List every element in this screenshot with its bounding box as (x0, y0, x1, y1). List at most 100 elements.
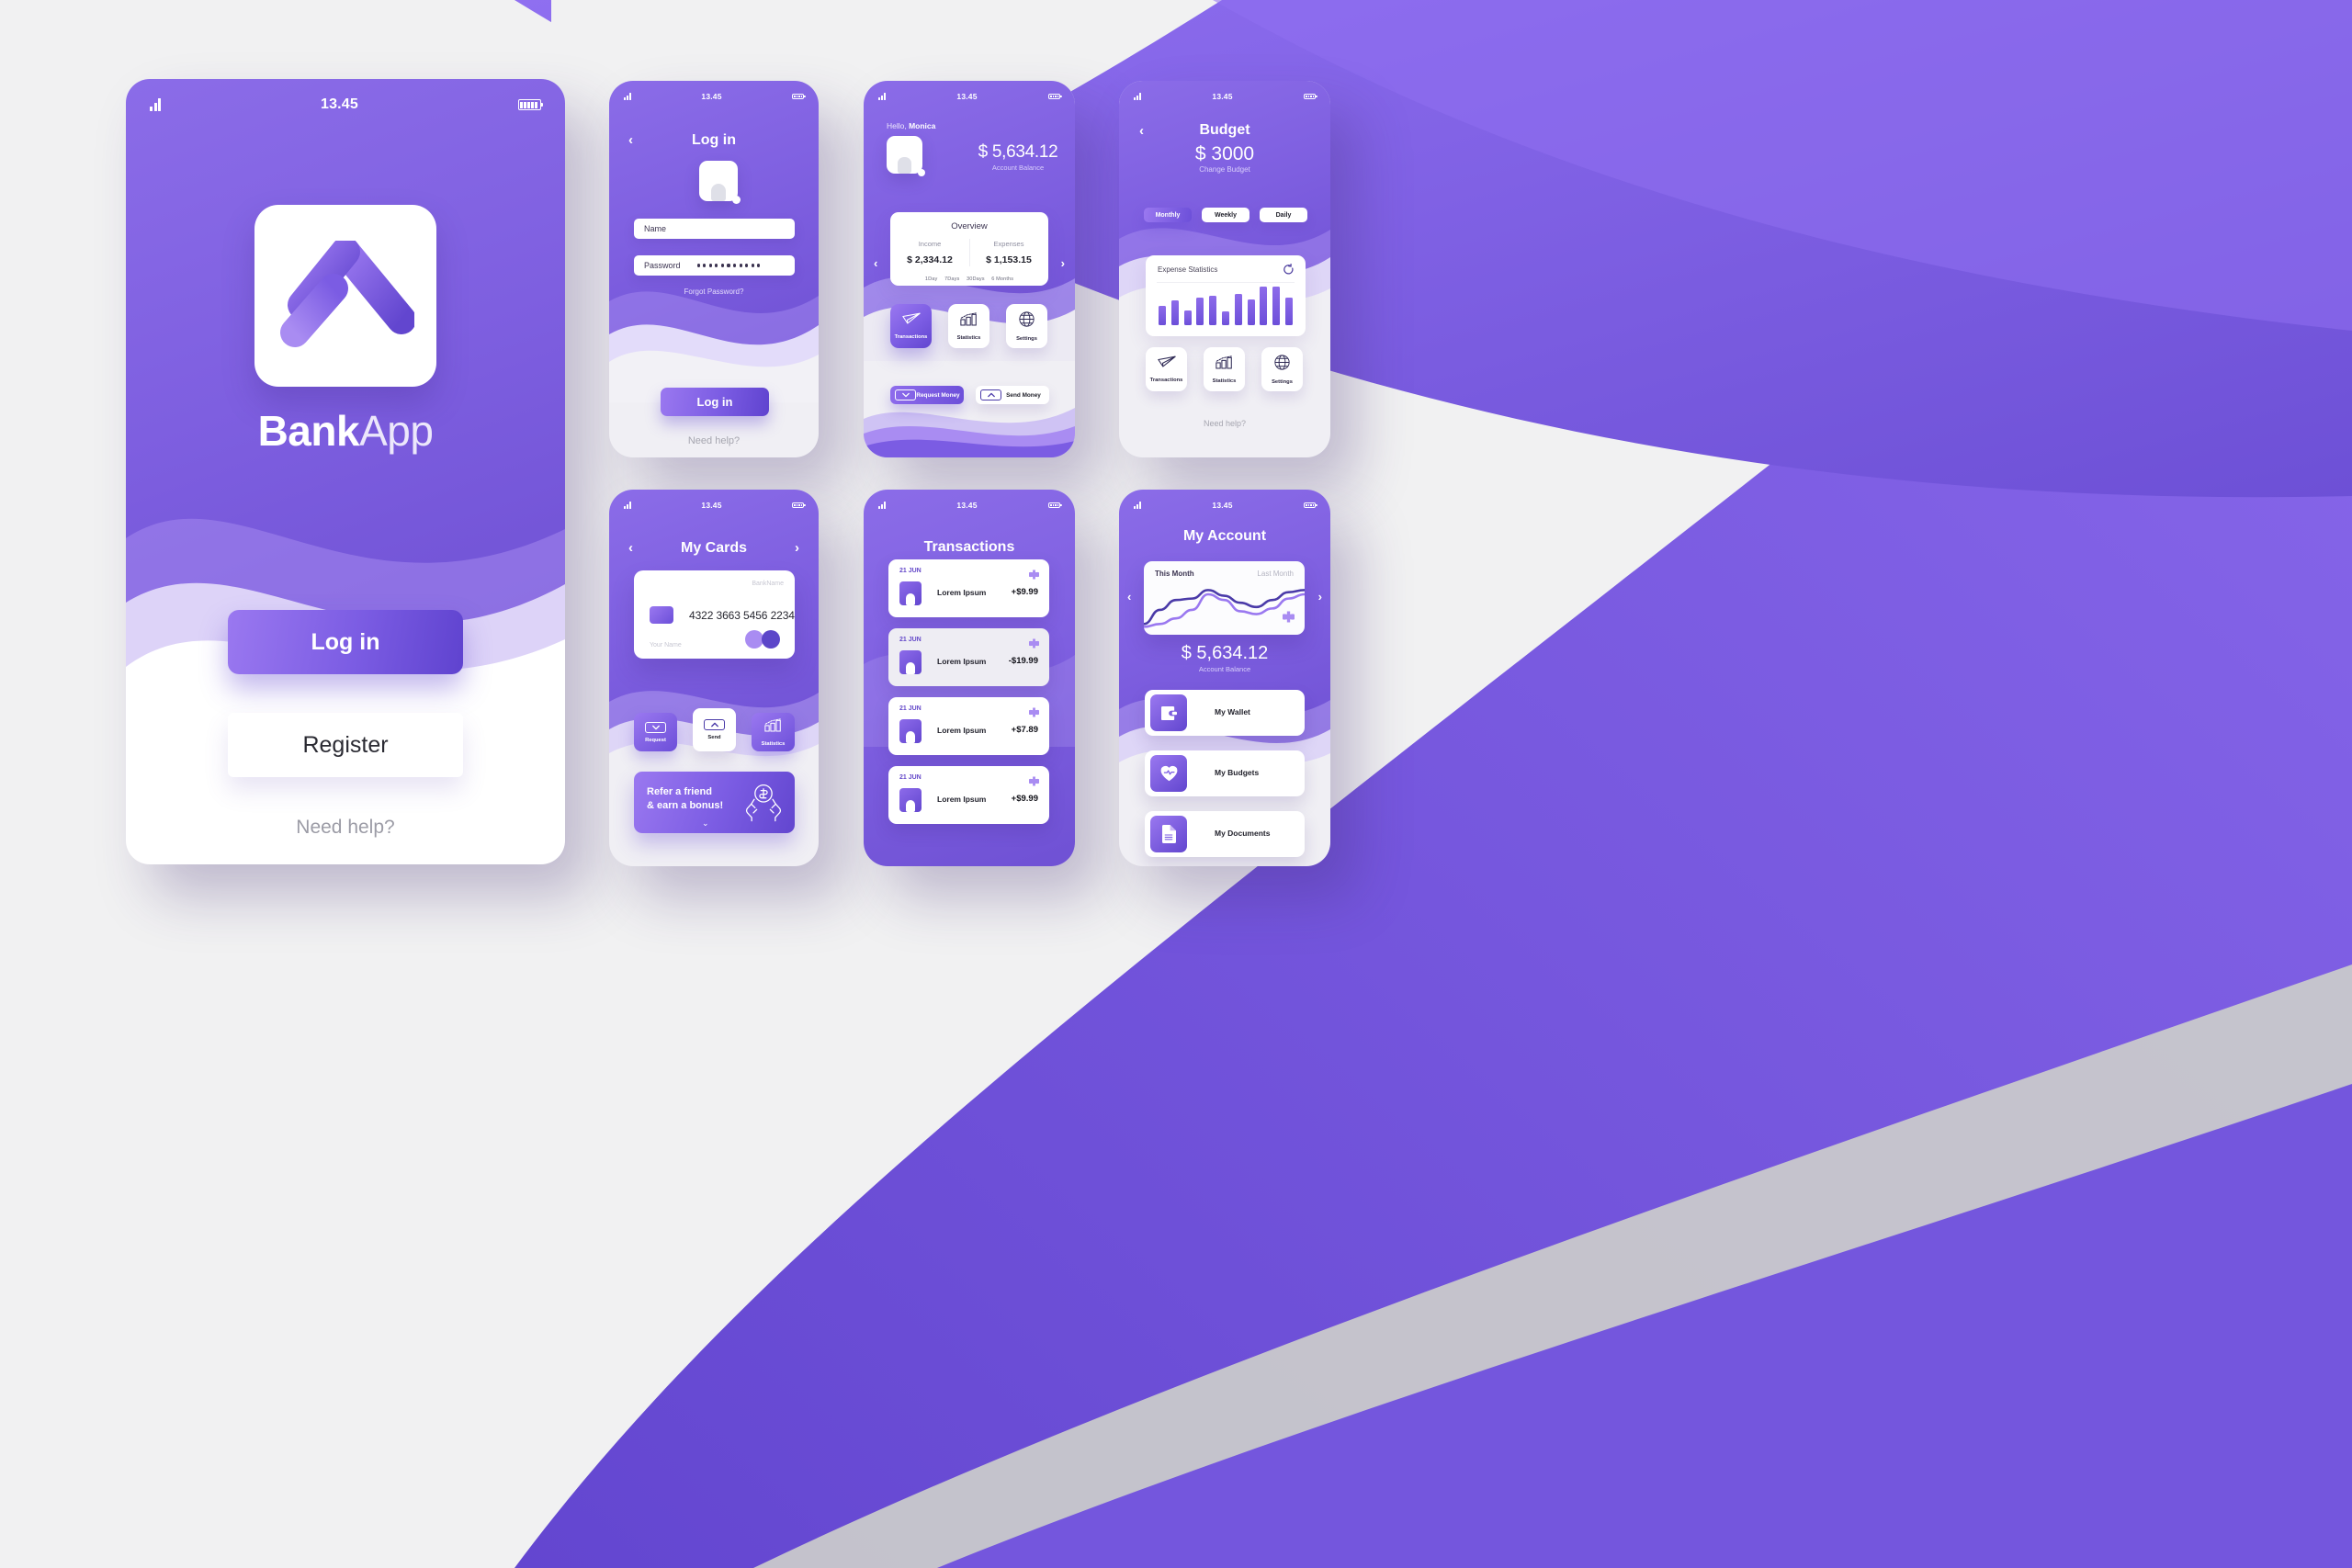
phone-screen-transactions: 13.45 Transactions 21 JUN Lorem Ipsum +$9.… (864, 490, 1075, 866)
refer-a-friend-banner[interactable]: Refer a friend & earn a bonus! ⌄ (634, 772, 795, 833)
income-label: Income (918, 240, 942, 248)
carousel-prev-icon[interactable]: ‹ (874, 257, 877, 269)
carousel-next-icon[interactable]: › (1318, 591, 1322, 603)
password-input[interactable]: Password (634, 255, 795, 276)
chevron-down-icon[interactable]: ⌄ (702, 818, 709, 829)
chart-bar (1284, 298, 1293, 325)
period-option[interactable]: 30Days (967, 276, 985, 282)
plus-badge-icon (1027, 774, 1041, 791)
signal-bars-icon (878, 502, 887, 509)
transaction-row[interactable]: 21 JUN Lorem Ipsum +$7.89 (888, 697, 1049, 755)
period-option[interactable]: 7Days (944, 276, 959, 282)
expenses-label: Expenses (993, 240, 1024, 248)
login-button[interactable]: Log in (228, 610, 463, 674)
register-button[interactable]: Register (228, 713, 463, 777)
name-input[interactable]: Name (634, 219, 795, 239)
login-submit-button[interactable]: Log in (661, 388, 769, 416)
transaction-row[interactable]: 21 JUN Lorem Ipsum +$9.99 (888, 559, 1049, 617)
nav-tile-label: Transactions (1149, 378, 1183, 383)
status-bar-time: 13.45 (1212, 501, 1233, 510)
account-menu-item-documents[interactable]: My Documents (1145, 811, 1305, 857)
person-avatar-icon[interactable] (887, 136, 925, 176)
account-menu-item-budgets[interactable]: My Budgets (1145, 750, 1305, 796)
request-money-label: Request Money (916, 391, 960, 399)
expense-statistics-card: Expense Statistics (1146, 255, 1306, 336)
nav-tile-transactions[interactable]: Transactions (1146, 347, 1187, 391)
tile-request[interactable]: Request (634, 713, 677, 751)
card-chip-icon (650, 606, 673, 624)
tile-statistics[interactable]: Statistics (752, 713, 795, 751)
nav-tile-statistics[interactable]: Statistics (1204, 347, 1245, 391)
chart-bar (1221, 310, 1229, 325)
send-money-button[interactable]: Send Money (976, 386, 1049, 404)
transaction-name: Lorem Ipsum (937, 588, 987, 597)
forgot-password-link[interactable]: Forgot Password? (609, 288, 819, 296)
signal-bars-icon (1134, 502, 1142, 509)
transaction-row[interactable]: 21 JUN Lorem Ipsum -$19.99 (888, 628, 1049, 686)
chart-bar (1247, 299, 1255, 325)
chart-bar (1159, 306, 1166, 325)
chart-bar (1170, 299, 1179, 325)
page-title: BankApp (126, 406, 565, 456)
paper-plane-icon (1157, 355, 1176, 373)
person-avatar-icon (899, 650, 922, 674)
period-option[interactable]: 1Day (925, 276, 937, 282)
account-balance-label: Account Balance (1198, 665, 1251, 673)
refer-line-1: Refer a friend (647, 786, 712, 797)
segment-monthly[interactable]: Monthly (1144, 208, 1192, 222)
overview-period-selector[interactable]: 1Day 7Days 30Days 6 Months (890, 276, 1048, 282)
nav-tile-settings[interactable]: Settings (1006, 304, 1047, 348)
tile-send[interactable]: Send (693, 708, 736, 751)
carousel-next-icon[interactable]: › (1061, 257, 1065, 269)
chart-bar (1272, 287, 1281, 325)
chart-bar (1196, 297, 1204, 325)
carousel-prev-icon[interactable]: ‹ (1127, 591, 1131, 603)
signal-bars-icon (1134, 93, 1142, 100)
status-bar: 13.45 (864, 81, 1075, 112)
menu-item-label: My Documents (1215, 829, 1271, 838)
expenses-value: $ 1,153.15 (986, 254, 1032, 265)
person-avatar-icon[interactable] (699, 161, 741, 204)
nav-tile-label: Settings (1272, 378, 1293, 385)
document-icon (1150, 816, 1187, 852)
period-option[interactable]: 6 Months (991, 276, 1013, 282)
name-input-value: Name (644, 224, 667, 233)
chart-line-last-month (1144, 592, 1305, 628)
segment-daily[interactable]: Daily (1260, 208, 1307, 222)
need-help-link[interactable]: Need help? (1119, 419, 1330, 428)
bank-card[interactable]: BankName 4322 3663 5456 2234 Your Name (634, 570, 795, 659)
refresh-icon[interactable] (1283, 263, 1295, 280)
signal-bars-icon (150, 98, 161, 111)
brand-name-bold: Bank (257, 407, 360, 455)
nav-tile-statistics[interactable]: Statistics (948, 304, 989, 348)
need-help-link[interactable]: Need help? (126, 817, 565, 839)
forward-chevron-icon[interactable]: › (795, 541, 799, 555)
transaction-name: Lorem Ipsum (937, 657, 987, 666)
change-budget-link[interactable]: Change Budget (1119, 165, 1330, 174)
need-help-link[interactable]: Need help? (609, 435, 819, 446)
chart-bar (1234, 293, 1242, 325)
arrow-down-box-icon (895, 389, 916, 400)
account-menu-item-wallet[interactable]: My Wallet (1145, 690, 1305, 736)
status-bar: 13.45 (609, 490, 819, 521)
card-number: 4322 3663 5456 2234 (689, 609, 795, 622)
phone-screen-budget: 13.45 ‹ Budget $ 3000 Change Budget Mont… (1119, 81, 1330, 457)
chart-line-this-month (1144, 589, 1305, 626)
segment-weekly[interactable]: Weekly (1202, 208, 1250, 222)
arrow-up-box-icon (980, 389, 1001, 400)
refer-text: Refer a friend & earn a bonus! (647, 785, 723, 813)
status-bar: 13.45 (864, 490, 1075, 521)
nav-tile-transactions[interactable]: Transactions (890, 304, 932, 348)
signal-bars-icon (624, 502, 632, 509)
plus-badge-icon (1027, 705, 1041, 722)
transaction-row[interactable]: 21 JUN Lorem Ipsum +$9.99 (888, 766, 1049, 824)
person-avatar-icon (899, 719, 922, 743)
status-bar: 13.45 (126, 79, 565, 130)
transaction-name: Lorem Ipsum (937, 795, 987, 804)
nav-tile-settings[interactable]: Settings (1261, 347, 1303, 391)
chart-title: Expense Statistics (1158, 265, 1218, 274)
request-money-button[interactable]: Request Money (890, 386, 964, 404)
battery-icon (792, 502, 806, 509)
bankapp-chevron-logo (254, 205, 436, 387)
page-title: My Account (1182, 528, 1267, 544)
